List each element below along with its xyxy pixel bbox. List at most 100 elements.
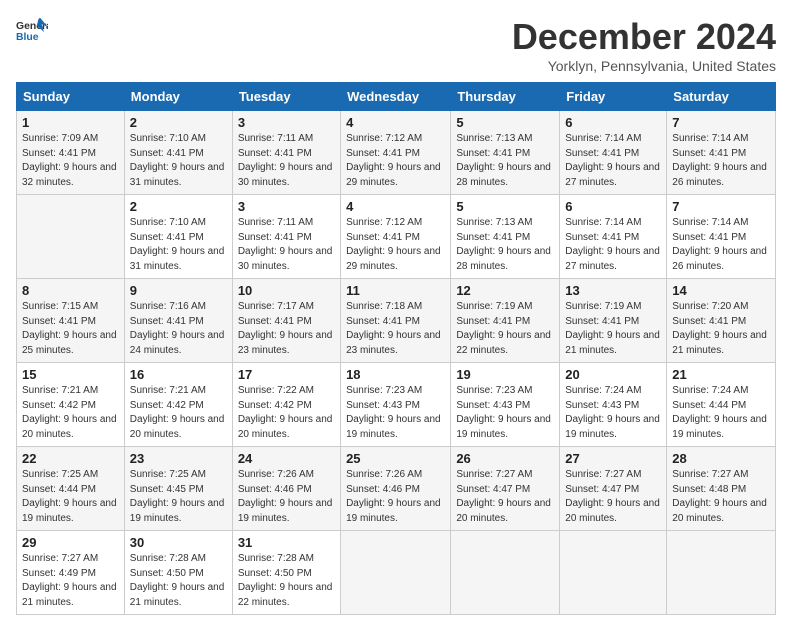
col-sunday: Sunday (17, 83, 125, 111)
table-row: 2Sunrise: 7:10 AM Sunset: 4:41 PM Daylig… (124, 111, 232, 195)
col-thursday: Thursday (451, 83, 560, 111)
table-row: 25 Sunrise: 7:26 AM Sunset: 4:46 PM Dayli… (341, 447, 451, 531)
table-row: 29 Sunrise: 7:27 AM Sunset: 4:49 PM Dayli… (17, 531, 125, 615)
day-info: Sunrise: 7:11 AM Sunset: 4:41 PM Dayligh… (238, 216, 335, 274)
day-info: Sunrise: 7:25 AM Sunset: 4:44 PM Dayligh… (22, 468, 119, 526)
table-row: 22 Sunrise: 7:25 AM Sunset: 4:44 PM Dayli… (17, 447, 125, 531)
calendar-week-row: 29 Sunrise: 7:27 AM Sunset: 4:49 PM Dayli… (17, 531, 776, 615)
calendar-subtitle: Yorklyn, Pennsylvania, United States (512, 58, 776, 74)
table-row: 28 Sunrise: 7:27 AM Sunset: 4:48 PM Dayli… (667, 447, 776, 531)
table-row: 6Sunrise: 7:14 AM Sunset: 4:41 PM Daylig… (560, 195, 667, 279)
day-number: 2 (130, 199, 227, 214)
day-info: Sunrise: 7:10 AM Sunset: 4:41 PM Dayligh… (130, 132, 227, 190)
day-info: Sunrise: 7:10 AM Sunset: 4:41 PM Dayligh… (130, 216, 227, 274)
day-info: Sunrise: 7:14 AM Sunset: 4:41 PM Dayligh… (565, 132, 661, 190)
day-number: 31 (238, 535, 335, 550)
day-info: Sunrise: 7:26 AM Sunset: 4:46 PM Dayligh… (346, 468, 445, 526)
day-number: 28 (672, 451, 770, 466)
calendar-week-row: 1Sunrise: 7:09 AM Sunset: 4:41 PM Daylig… (17, 111, 776, 195)
logo: General Blue (16, 16, 48, 44)
calendar-week-row: 2 Sunrise: 7:10 AM Sunset: 4:41 PM Daylig… (17, 195, 776, 279)
table-row: 30 Sunrise: 7:28 AM Sunset: 4:50 PM Dayli… (124, 531, 232, 615)
day-number: 14 (672, 283, 770, 298)
table-row: 15Sunrise: 7:21 AM Sunset: 4:42 PM Dayli… (17, 363, 125, 447)
day-number: 5 (456, 115, 554, 130)
calendar-week-row: 15 Sunrise: 7:21 AM Sunset: 4:42 PM Dayli… (17, 363, 776, 447)
day-number: 9 (130, 283, 227, 298)
day-number: 15 (22, 367, 119, 382)
calendar-title: December 2024 (512, 16, 776, 58)
day-info: Sunrise: 7:24 AM Sunset: 4:44 PM Dayligh… (672, 384, 770, 442)
table-row: 20Sunrise: 7:24 AM Sunset: 4:43 PM Dayli… (560, 363, 667, 447)
day-info: Sunrise: 7:12 AM Sunset: 4:41 PM Dayligh… (346, 132, 445, 190)
day-info: Sunrise: 7:23 AM Sunset: 4:43 PM Dayligh… (346, 384, 445, 442)
day-info: Sunrise: 7:18 AM Sunset: 4:41 PM Dayligh… (346, 300, 445, 358)
day-info: Sunrise: 7:17 AM Sunset: 4:41 PM Dayligh… (238, 300, 335, 358)
day-info: Sunrise: 7:27 AM Sunset: 4:48 PM Dayligh… (672, 468, 770, 526)
table-row: 12Sunrise: 7:19 AM Sunset: 4:41 PM Dayli… (451, 279, 560, 363)
table-row: 1Sunrise: 7:09 AM Sunset: 4:41 PM Daylig… (17, 111, 125, 195)
day-number: 1 (22, 115, 119, 130)
day-number: 18 (346, 367, 445, 382)
day-info: Sunrise: 7:13 AM Sunset: 4:41 PM Dayligh… (456, 216, 554, 274)
day-number: 22 (22, 451, 119, 466)
table-row: 4 Sunrise: 7:12 AM Sunset: 4:41 PM Daylig… (341, 111, 451, 195)
day-number: 3 (238, 115, 335, 130)
day-info: Sunrise: 7:11 AM Sunset: 4:41 PM Dayligh… (238, 132, 335, 190)
table-row: 4 Sunrise: 7:12 AM Sunset: 4:41 PM Daylig… (341, 195, 451, 279)
day-number: 29 (22, 535, 119, 550)
table-row: 24Sunrise: 7:26 AM Sunset: 4:46 PM Dayli… (232, 447, 340, 531)
day-info: Sunrise: 7:15 AM Sunset: 4:41 PM Dayligh… (22, 300, 119, 358)
title-area: December 2024 Yorklyn, Pennsylvania, Uni… (512, 16, 776, 74)
table-row: 19Sunrise: 7:23 AM Sunset: 4:43 PM Dayli… (451, 363, 560, 447)
day-info: Sunrise: 7:27 AM Sunset: 4:49 PM Dayligh… (22, 552, 119, 610)
day-number: 20 (565, 367, 661, 382)
table-row: 3 Sunrise: 7:11 AM Sunset: 4:41 PM Daylig… (232, 111, 340, 195)
day-info: Sunrise: 7:25 AM Sunset: 4:45 PM Dayligh… (130, 468, 227, 526)
day-number: 7 (672, 199, 770, 214)
day-number: 3 (238, 199, 335, 214)
day-info: Sunrise: 7:28 AM Sunset: 4:50 PM Dayligh… (238, 552, 335, 610)
day-number: 24 (238, 451, 335, 466)
table-row (560, 531, 667, 615)
table-row: 26Sunrise: 7:27 AM Sunset: 4:47 PM Dayli… (451, 447, 560, 531)
day-number: 5 (456, 199, 554, 214)
table-row: 27 Sunrise: 7:27 AM Sunset: 4:47 PM Dayli… (560, 447, 667, 531)
col-friday: Friday (560, 83, 667, 111)
day-number: 27 (565, 451, 661, 466)
day-info: Sunrise: 7:20 AM Sunset: 4:41 PM Dayligh… (672, 300, 770, 358)
col-wednesday: Wednesday (341, 83, 451, 111)
day-number: 30 (130, 535, 227, 550)
header: General Blue December 2024 Yorklyn, Penn… (16, 16, 776, 74)
table-row: 8 Sunrise: 7:15 AM Sunset: 4:41 PM Daylig… (17, 279, 125, 363)
day-number: 17 (238, 367, 335, 382)
day-number: 8 (22, 283, 119, 298)
col-saturday: Saturday (667, 83, 776, 111)
table-row (341, 531, 451, 615)
table-row: 9 Sunrise: 7:16 AM Sunset: 4:41 PM Daylig… (124, 279, 232, 363)
day-number: 25 (346, 451, 445, 466)
table-row: 5Sunrise: 7:13 AM Sunset: 4:41 PM Daylig… (451, 111, 560, 195)
table-row: 16Sunrise: 7:21 AM Sunset: 4:42 PM Dayli… (124, 363, 232, 447)
day-number: 12 (456, 283, 554, 298)
logo-bird-icon: General Blue (16, 16, 48, 44)
table-row: 18 Sunrise: 7:23 AM Sunset: 4:43 PM Dayli… (341, 363, 451, 447)
day-info: Sunrise: 7:16 AM Sunset: 4:41 PM Dayligh… (130, 300, 227, 358)
table-row: 21 Sunrise: 7:24 AM Sunset: 4:44 PM Dayli… (667, 363, 776, 447)
day-info: Sunrise: 7:12 AM Sunset: 4:41 PM Dayligh… (346, 216, 445, 274)
table-row: 5 Sunrise: 7:13 AM Sunset: 4:41 PM Daylig… (451, 195, 560, 279)
day-number: 11 (346, 283, 445, 298)
calendar-table: Sunday Monday Tuesday Wednesday Thursday… (16, 82, 776, 615)
table-row (451, 531, 560, 615)
day-info: Sunrise: 7:28 AM Sunset: 4:50 PM Dayligh… (130, 552, 227, 610)
svg-text:Blue: Blue (16, 32, 39, 43)
day-number: 21 (672, 367, 770, 382)
table-row: 11 Sunrise: 7:18 AM Sunset: 4:41 PM Dayli… (341, 279, 451, 363)
table-row: 7Sunrise: 7:14 AM Sunset: 4:41 PM Daylig… (667, 195, 776, 279)
day-info: Sunrise: 7:23 AM Sunset: 4:43 PM Dayligh… (456, 384, 554, 442)
day-number: 4 (346, 115, 445, 130)
day-info: Sunrise: 7:27 AM Sunset: 4:47 PM Dayligh… (565, 468, 661, 526)
table-row: 14 Sunrise: 7:20 AM Sunset: 4:41 PM Dayli… (667, 279, 776, 363)
day-number: 4 (346, 199, 445, 214)
day-info: Sunrise: 7:21 AM Sunset: 4:42 PM Dayligh… (130, 384, 227, 442)
